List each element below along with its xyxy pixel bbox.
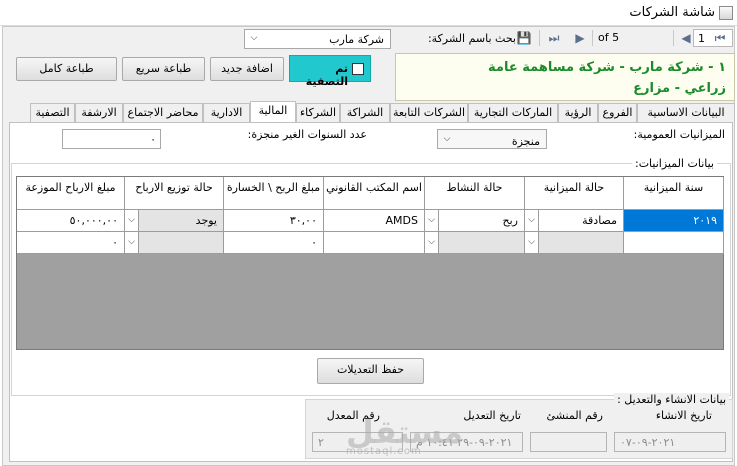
cell-activity-status: ربح — [502, 214, 518, 227]
company-search-select[interactable]: شركة مارب ⌵ — [244, 29, 391, 49]
column-header[interactable]: حالة الميزانية — [525, 177, 624, 210]
cell-dividend-status: يوجد — [195, 214, 217, 227]
liquidation-toggle[interactable]: تم التصفية — [289, 55, 371, 88]
creator-field — [530, 432, 607, 452]
column-header[interactable]: اسم المكتب القانوني — [324, 177, 425, 210]
watermark-url: mostaql.com — [346, 446, 422, 457]
nav-separator — [673, 30, 674, 46]
previous-record-icon[interactable]: ◀ — [678, 30, 694, 46]
tab-archiving[interactable]: الارشفة — [75, 103, 123, 122]
table-cell[interactable]: ٠ — [17, 232, 125, 254]
tab-administrative[interactable]: الادارية — [203, 103, 250, 122]
cell-legal-office: AMDS — [385, 214, 418, 227]
full-print-button[interactable]: طباعة كامل — [16, 57, 117, 81]
tab-liquidation[interactable]: التصفية — [30, 103, 75, 122]
table-cell-selected[interactable]: ٢٠١٩ — [624, 210, 724, 232]
created-date-field: ٢٠٢١-٠٩-٠٧ — [614, 432, 726, 452]
table-cell[interactable]: ٥٠,٠٠٠,٠٠ — [17, 210, 125, 232]
table-cell[interactable]: ٣٠,٠٠ — [224, 210, 324, 232]
table-cell[interactable]: ٠ — [224, 232, 324, 254]
company-banner: ١ - شركة مارب - شركة مساهمة عامة زراعي -… — [395, 53, 735, 101]
table-cell-combo[interactable]: ربح ⌵ — [425, 210, 525, 232]
chevron-down-icon: ⌵ — [525, 232, 539, 253]
column-header[interactable]: سنة الميزانية — [624, 177, 724, 210]
liquidation-label: تم التصفية — [305, 62, 348, 88]
column-header-label: حالة النشاط — [446, 181, 503, 194]
tab-financial[interactable]: المالية — [250, 101, 296, 123]
cell-dividends-amount: ٥٠,٠٠٠,٠٠ — [69, 214, 118, 227]
incomplete-years-value: ٠ — [150, 133, 156, 146]
incomplete-years-label: عدد السنوات الغير منجزة: — [247, 128, 367, 141]
column-header[interactable]: حالة النشاط — [425, 177, 525, 210]
column-header[interactable]: مبلغ الارباح الموزعة — [17, 177, 125, 210]
chevron-down-icon: ⌵ — [425, 232, 439, 253]
created-date-label: تاريخ الانشاء — [655, 409, 712, 422]
general-budgets-value: منجزة — [511, 135, 540, 148]
cell-dividends-amount: ٠ — [112, 236, 118, 249]
search-label: بحث باسم الشركة: — [427, 32, 516, 45]
title-bar: شاشة الشركات — [0, 0, 737, 26]
record-count-label: of 5 — [598, 31, 620, 44]
chevron-down-icon: ⌵ — [525, 210, 539, 231]
save-changes-button[interactable]: حفظ التعديلات — [317, 358, 424, 384]
window-title: شاشة الشركات — [629, 5, 715, 20]
table-cell[interactable]: AMDS — [324, 210, 425, 232]
tab-vision[interactable]: الرؤية — [558, 103, 598, 122]
add-new-button[interactable]: اضافة جديد — [210, 57, 284, 81]
column-header-label: مبلغ الارباح الموزعة — [25, 181, 116, 194]
general-budgets-label: الميزانيات العمومية: — [633, 128, 725, 141]
column-header-label: سنة الميزانية — [643, 181, 704, 194]
next-record-icon[interactable]: ▶ — [572, 30, 588, 46]
chevron-down-icon: ⌵ — [443, 134, 451, 144]
table-cell-combo[interactable]: ⌵ — [125, 232, 224, 254]
general-budgets-select[interactable]: منجزة ⌵ — [437, 129, 547, 149]
table-cell-combo[interactable]: مصادقة ⌵ — [525, 210, 624, 232]
chevron-down-icon: ⌵ — [125, 232, 139, 253]
budgets-section-label: بيانات الميزانيات: — [631, 157, 717, 170]
cell-budget-status: مصادقة — [582, 214, 617, 227]
table-cell-combo[interactable]: يوجد ⌵ — [125, 210, 224, 232]
cell-profit-loss: ٠ — [311, 236, 317, 249]
tab-basic-data[interactable]: البيانات الاساسية — [637, 103, 735, 122]
incomplete-years-field[interactable]: ٠ — [62, 129, 161, 149]
audit-section-label: بيانات الانشاء والتعديل : — [614, 393, 729, 406]
column-header-label: حالة الميزانية — [543, 181, 605, 194]
first-record-icon[interactable]: ⏮ — [712, 30, 728, 46]
cell-profit-loss: ٣٠,٠٠ — [289, 214, 317, 227]
table-cell[interactable] — [624, 232, 724, 254]
column-header-label: حالة توزيع الارباح — [135, 181, 213, 194]
tab-partners[interactable]: الشركاء — [296, 103, 340, 122]
last-record-icon[interactable]: ⏭ — [546, 30, 562, 46]
creator-label: رقم المنشئ — [546, 409, 603, 422]
cell-year: ٢٠١٩ — [693, 214, 717, 227]
column-header-label: مبلغ الربح \ الخسارة — [226, 181, 321, 194]
tab-subsidiaries[interactable]: الشركات التابعة — [390, 103, 468, 122]
table-cell[interactable] — [324, 232, 425, 254]
tab-partnership[interactable]: الشراكة — [340, 103, 390, 122]
company-name-line: ١ - شركة مارب - شركة مساهمة عامة — [488, 60, 726, 75]
record-position-value: 1 — [698, 32, 705, 45]
liquidation-checkbox[interactable] — [352, 63, 364, 75]
company-search-value: شركة مارب — [329, 33, 384, 46]
quick-print-button[interactable]: طباعة سريع — [122, 57, 205, 81]
budgets-grid: سنة الميزانية حالة الميزانية حالة النشاط… — [16, 176, 724, 350]
tab-meeting-minutes[interactable]: محاضر الاجتماع — [123, 103, 203, 122]
table-cell-combo[interactable]: ⌵ — [525, 232, 624, 254]
chevron-down-icon: ⌵ — [250, 33, 258, 43]
nav-separator — [592, 30, 593, 46]
column-header[interactable]: مبلغ الربح \ الخسارة — [224, 177, 324, 210]
chevron-down-icon: ⌵ — [125, 210, 139, 231]
column-header[interactable]: حالة توزيع الارباح — [125, 177, 224, 210]
app-icon — [719, 6, 733, 20]
tab-trademarks[interactable]: الماركات التجارية — [468, 103, 558, 122]
table-cell-combo[interactable]: ⌵ — [425, 232, 525, 254]
chevron-down-icon: ⌵ — [425, 210, 439, 231]
tab-strip: البيانات الاساسية الفروع الرؤية الماركات… — [30, 101, 735, 123]
company-sector-line: زراعي - مزارع — [633, 81, 726, 96]
column-header-label: اسم المكتب القانوني — [326, 181, 422, 194]
save-record-icon[interactable]: 💾 — [516, 30, 532, 46]
nav-separator — [539, 30, 540, 46]
tab-branches[interactable]: الفروع — [598, 103, 637, 122]
